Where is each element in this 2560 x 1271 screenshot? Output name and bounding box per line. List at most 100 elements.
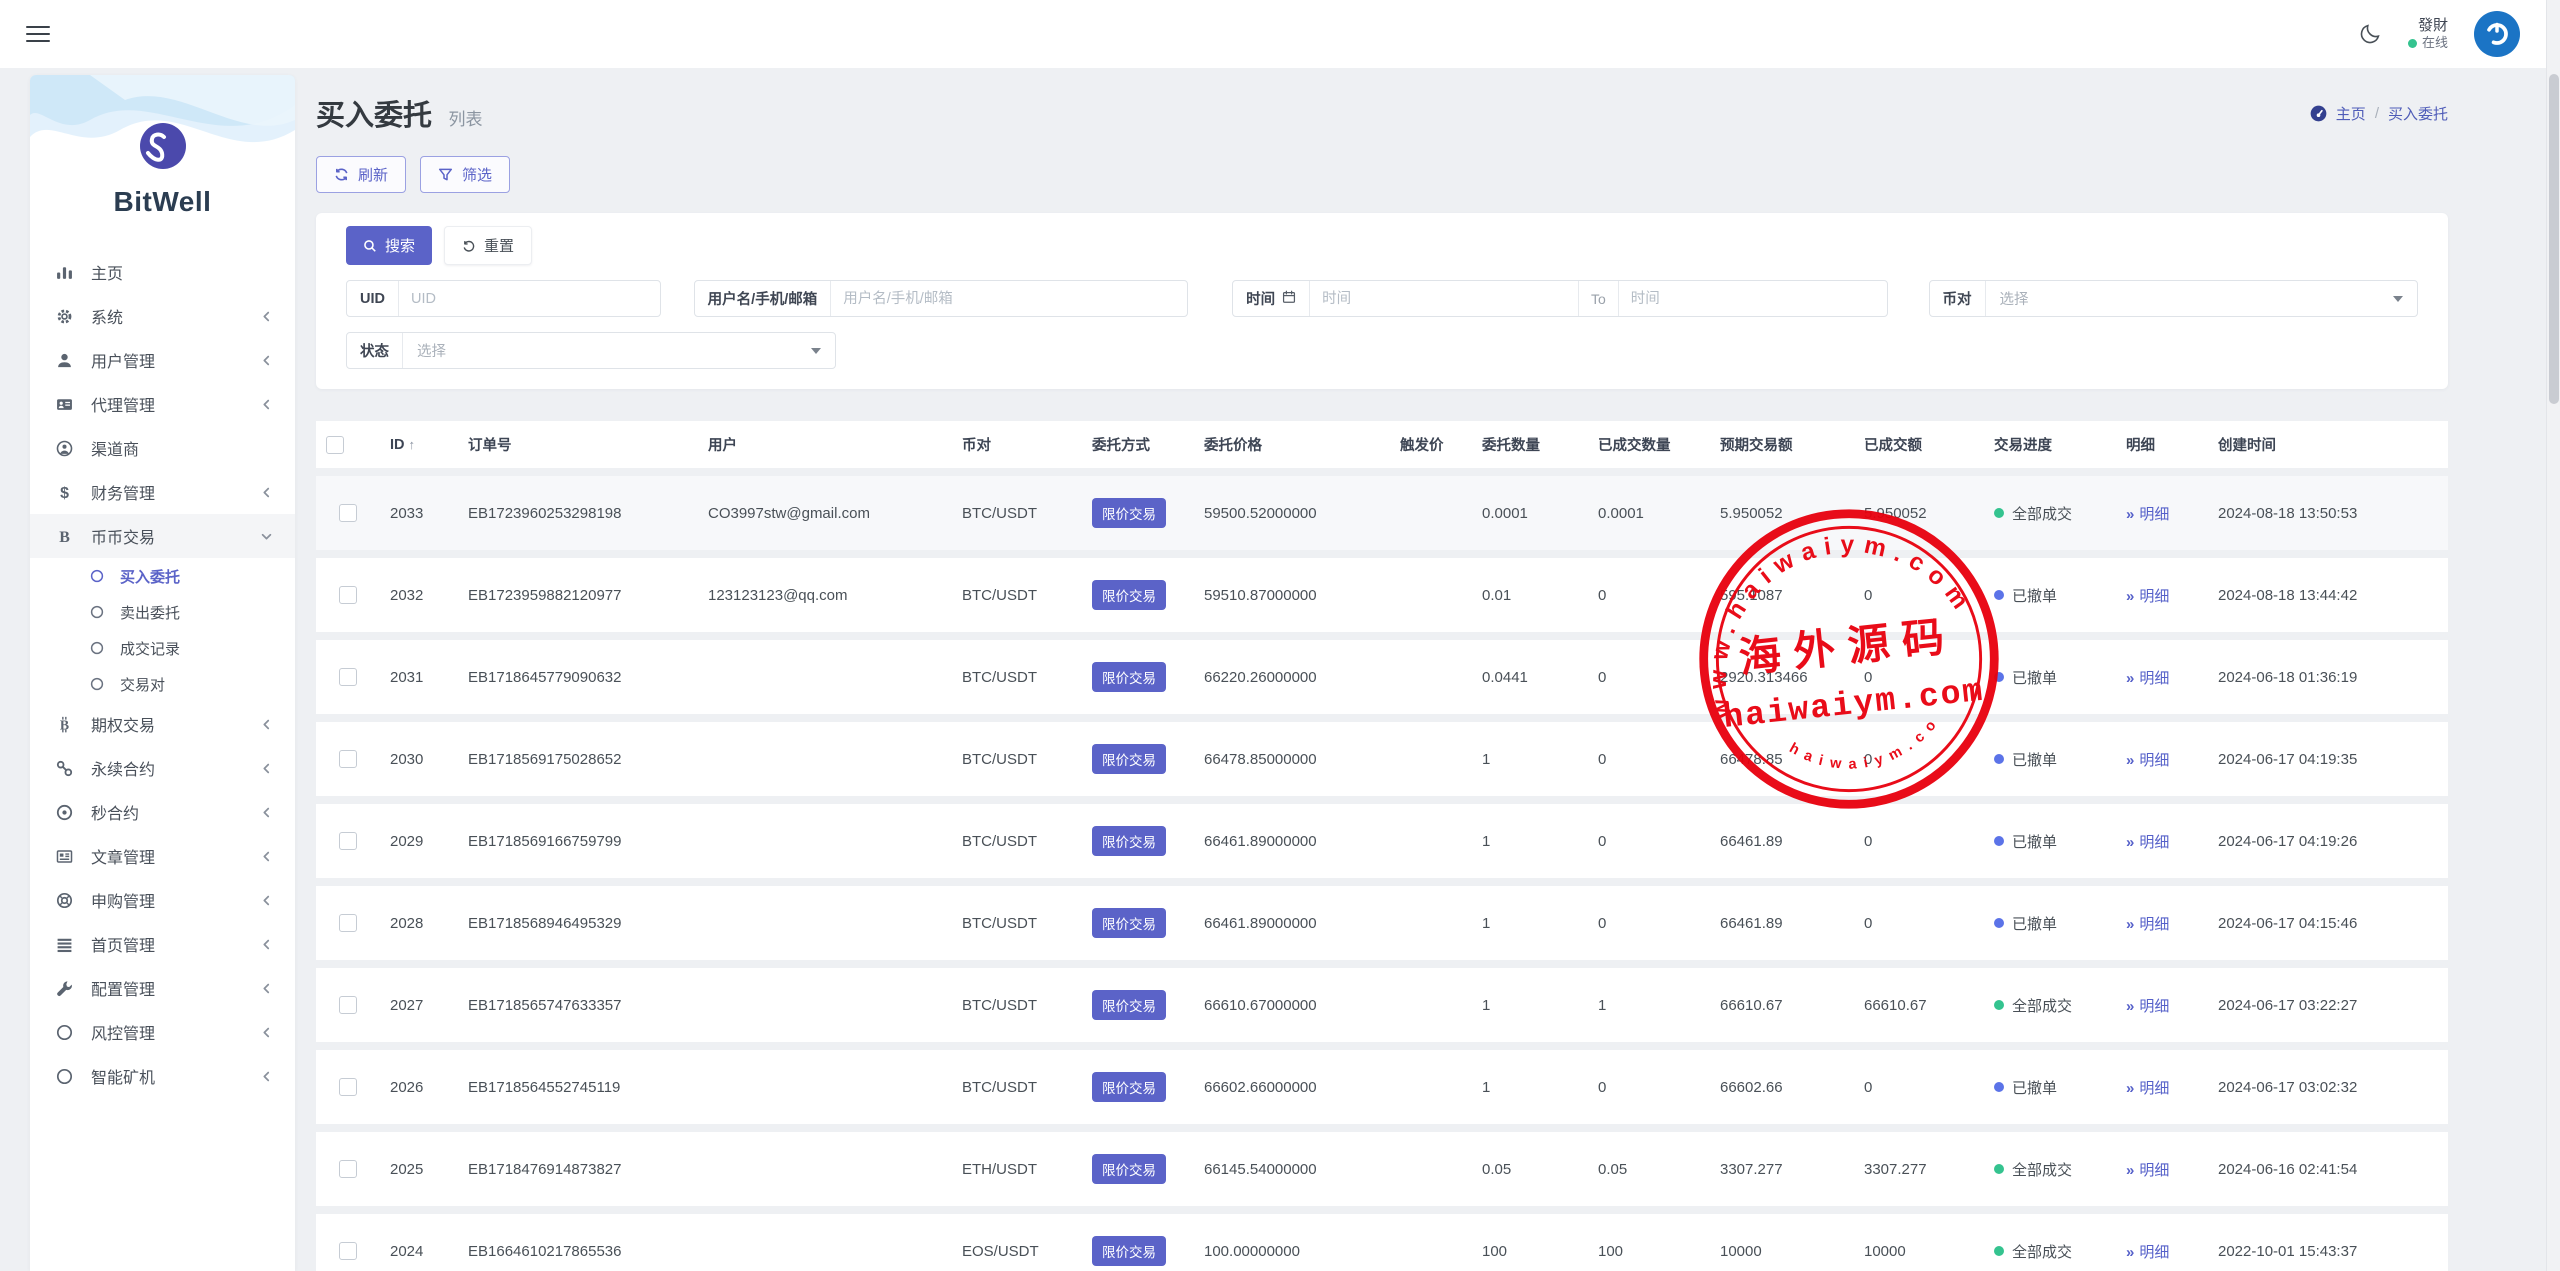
row-checkbox[interactable] bbox=[339, 996, 357, 1014]
avatar[interactable] bbox=[2474, 11, 2520, 57]
detail-link[interactable]: »明细 bbox=[2126, 1162, 2169, 1179]
detail-link[interactable]: »明细 bbox=[2126, 1244, 2169, 1261]
sidebar-subitem-label: 买入委托 bbox=[120, 566, 180, 587]
detail-link[interactable]: »明细 bbox=[2126, 998, 2169, 1015]
pair-select[interactable]: 选择 bbox=[1986, 281, 2418, 316]
filter-button[interactable]: 筛选 bbox=[420, 156, 510, 193]
detail-link[interactable]: »明细 bbox=[2126, 834, 2169, 851]
sidebar-item-渠道商[interactable]: 渠道商 bbox=[30, 426, 295, 470]
sidebar-item-用户管理[interactable]: 用户管理 bbox=[30, 338, 295, 382]
sidebar-item-文章管理[interactable]: 文章管理 bbox=[30, 834, 295, 878]
cell-created-at: 2024-06-17 03:02:32 bbox=[2208, 1050, 2448, 1124]
hamburger-menu-icon[interactable] bbox=[26, 21, 50, 46]
cell-trigger-price bbox=[1390, 804, 1472, 878]
cell-price: 66220.26000000 bbox=[1194, 640, 1390, 714]
row-checkbox[interactable] bbox=[339, 1160, 357, 1178]
cell-filled-total: 66610.67 bbox=[1854, 968, 1984, 1042]
double-chevron-icon: » bbox=[2126, 752, 2134, 769]
row-checkbox[interactable] bbox=[339, 504, 357, 522]
double-chevron-icon: » bbox=[2126, 1080, 2134, 1097]
sidebar-subitem-卖出委托[interactable]: 卖出委托 bbox=[30, 594, 295, 630]
sidebar-item-秒合约[interactable]: 秒合约 bbox=[30, 790, 295, 834]
user-input[interactable] bbox=[831, 281, 1187, 316]
order-type-badge: 限价交易 bbox=[1092, 1236, 1166, 1266]
page-scrollbar[interactable] bbox=[2546, 0, 2560, 1271]
detail-link[interactable]: »明细 bbox=[2126, 588, 2169, 605]
status-select[interactable]: 选择 bbox=[403, 333, 835, 368]
sidebar-item-系统[interactable]: 系统 bbox=[30, 294, 295, 338]
cell-progress: 全部成交 bbox=[1984, 1132, 2116, 1206]
row-checkbox[interactable] bbox=[339, 1242, 357, 1260]
cell-order-type: 限价交易 bbox=[1082, 804, 1194, 878]
sidebar-item-主页[interactable]: 主页 bbox=[30, 250, 295, 294]
status-label: 已撤单 bbox=[2012, 1077, 2057, 1098]
status-label: 全部成交 bbox=[2012, 1159, 2072, 1180]
breadcrumb-home-link[interactable]: 主页 bbox=[2336, 103, 2366, 124]
sidebar-item-代理管理[interactable]: 代理管理 bbox=[30, 382, 295, 426]
detail-link[interactable]: »明细 bbox=[2126, 506, 2169, 523]
brand[interactable]: BitWell bbox=[30, 75, 295, 218]
time-start-input[interactable] bbox=[1310, 281, 1578, 316]
sidebar-subitem-买入委托[interactable]: 买入委托 bbox=[30, 558, 295, 594]
detail-label: 明细 bbox=[2139, 834, 2169, 851]
row-checkbox[interactable] bbox=[339, 914, 357, 932]
sidebar-item-label: 渠道商 bbox=[91, 436, 139, 460]
row-checkbox[interactable] bbox=[339, 832, 357, 850]
detail-link[interactable]: »明细 bbox=[2126, 670, 2169, 687]
cell-amount: 1 bbox=[1472, 968, 1588, 1042]
sidebar-item-币币交易[interactable]: B币币交易 bbox=[30, 514, 295, 558]
cell-filled-total: 10000 bbox=[1854, 1214, 1984, 1271]
sidebar-item-申购管理[interactable]: 申购管理 bbox=[30, 878, 295, 922]
detail-label: 明细 bbox=[2139, 588, 2169, 605]
breadcrumb-current[interactable]: 买入委托 bbox=[2388, 103, 2448, 124]
cell-user bbox=[698, 1050, 952, 1124]
sidebar-item-智能矿机[interactable]: 智能矿机 bbox=[30, 1054, 295, 1098]
select-all-checkbox[interactable] bbox=[326, 436, 344, 454]
user-info[interactable]: 發財 在线 bbox=[2408, 17, 2448, 52]
sidebar-item-期权交易[interactable]: B期权交易 bbox=[30, 702, 295, 746]
row-checkbox[interactable] bbox=[339, 668, 357, 686]
cell-user bbox=[698, 1132, 952, 1206]
cell-expected-total: 2920.313466 bbox=[1710, 640, 1854, 714]
reset-button[interactable]: 重置 bbox=[444, 226, 532, 265]
time-end-input[interactable] bbox=[1619, 281, 1887, 316]
column-header-创建时间: 创建时间 bbox=[2208, 421, 2448, 468]
column-header-明细: 明细 bbox=[2116, 421, 2208, 468]
search-button[interactable]: 搜索 bbox=[346, 226, 432, 265]
uid-input[interactable] bbox=[399, 281, 660, 316]
sidebar-item-配置管理[interactable]: 配置管理 bbox=[30, 966, 295, 1010]
cell-trigger-price bbox=[1390, 1214, 1472, 1271]
sidebar-subitem-交易对[interactable]: 交易对 bbox=[30, 666, 295, 702]
list-icon bbox=[56, 935, 76, 953]
cell-order-no: EB1723959882120977 bbox=[458, 558, 698, 632]
double-chevron-icon: » bbox=[2126, 916, 2134, 933]
cell-trigger-price bbox=[1390, 558, 1472, 632]
row-checkbox[interactable] bbox=[339, 1078, 357, 1096]
order-type-badge: 限价交易 bbox=[1092, 908, 1166, 938]
sidebar-item-财务管理[interactable]: $财务管理 bbox=[30, 470, 295, 514]
table-row: 2029EB1718569166759799BTC/USDT限价交易66461.… bbox=[316, 804, 2448, 878]
sidebar-item-风控管理[interactable]: 风控管理 bbox=[30, 1010, 295, 1054]
cell-filled-amount: 0 bbox=[1588, 886, 1710, 960]
row-checkbox[interactable] bbox=[339, 750, 357, 768]
cell-checkbox bbox=[316, 640, 380, 714]
sidebar-item-永续合约[interactable]: 永续合约 bbox=[30, 746, 295, 790]
chevron-left-icon bbox=[260, 486, 273, 499]
scrollbar-thumb[interactable] bbox=[2549, 74, 2559, 404]
sort-asc-icon[interactable]: ↑ bbox=[409, 437, 416, 452]
detail-link[interactable]: »明细 bbox=[2126, 916, 2169, 933]
row-checkbox[interactable] bbox=[339, 586, 357, 604]
cell-progress: 已撤单 bbox=[1984, 722, 2116, 796]
detail-link[interactable]: »明细 bbox=[2126, 752, 2169, 769]
sidebar-subitem-成交记录[interactable]: 成交记录 bbox=[30, 630, 295, 666]
detail-link[interactable]: »明细 bbox=[2126, 1080, 2169, 1097]
detail-label: 明细 bbox=[2139, 506, 2169, 523]
cell-detail: »明细 bbox=[2116, 640, 2208, 714]
refresh-button[interactable]: 刷新 bbox=[316, 156, 406, 193]
cell-pair: BTC/USDT bbox=[952, 476, 1082, 550]
cell-detail: »明细 bbox=[2116, 722, 2208, 796]
sidebar-item-首页管理[interactable]: 首页管理 bbox=[30, 922, 295, 966]
dark-mode-toggle[interactable] bbox=[2358, 22, 2382, 46]
cell-id: 2031 bbox=[380, 640, 458, 714]
cell-amount: 0.0441 bbox=[1472, 640, 1588, 714]
